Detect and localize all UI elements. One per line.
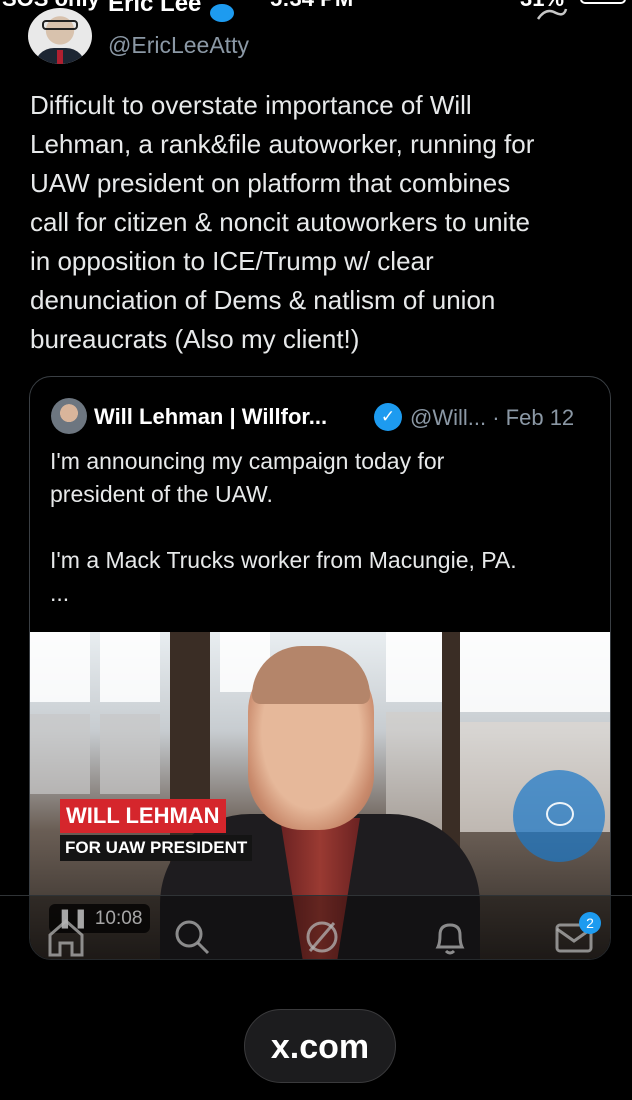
avatar-tie	[57, 50, 63, 64]
author-name[interactable]: Eric Lee	[108, 0, 201, 18]
window-pane	[386, 632, 442, 702]
window-pane	[460, 632, 610, 712]
clock-text: 5:34 PM	[270, 0, 353, 12]
home-icon[interactable]	[44, 915, 88, 959]
window-pane	[30, 632, 90, 702]
chat-bubble-icon	[546, 802, 574, 826]
notifications-icon[interactable]	[428, 915, 472, 959]
floating-action-button[interactable]	[513, 770, 605, 862]
avatar-glasses	[42, 20, 78, 30]
search-icon[interactable]	[170, 915, 214, 959]
verified-icon	[210, 4, 234, 22]
quoted-tweet-card[interactable]: Will Lehman | Willfor... ✓ @Will... · Fe…	[29, 376, 611, 960]
grok-icon[interactable]	[300, 915, 344, 959]
author-handle[interactable]: @EricLeeAtty	[108, 32, 249, 59]
quoted-handle: @Will...	[410, 405, 487, 430]
url-pill[interactable]: x.com	[244, 1009, 396, 1083]
messages-badge: 2	[579, 912, 601, 934]
quoted-date: · Feb 12	[492, 405, 575, 430]
tweet-text: Difficult to overstate importance of Wil…	[30, 90, 535, 354]
window-pane	[30, 714, 90, 794]
avatar[interactable]	[28, 8, 92, 64]
window-pane	[100, 714, 160, 794]
quoted-tweet-text: I'm announcing my campaign today for pre…	[50, 448, 517, 606]
quoted-handle-date: @Will... · Feb 12	[410, 405, 574, 431]
quoted-author-name[interactable]: Will Lehman | Willfor...	[94, 404, 327, 430]
grok-icon[interactable]	[534, 4, 570, 24]
window-pane	[100, 632, 160, 702]
lower-third-subtitle: FOR UAW PRESIDENT	[60, 835, 253, 861]
battery-icon	[580, 0, 626, 4]
lower-third-name: WILL LEHMAN	[60, 799, 226, 833]
quoted-avatar[interactable]	[51, 398, 87, 434]
verified-icon: ✓	[374, 403, 402, 431]
